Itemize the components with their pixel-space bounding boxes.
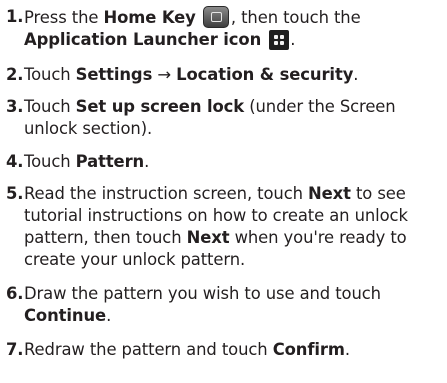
step-4: 4. Touch Pattern. bbox=[6, 151, 443, 173]
step-text: Redraw the pattern and touch bbox=[24, 340, 273, 359]
step-text: Read the instruction screen, touch bbox=[24, 184, 309, 203]
step-text: . bbox=[106, 306, 112, 325]
step-3: 3. Touch Set up screen lock (under the S… bbox=[6, 96, 443, 140]
step-text: Touch bbox=[24, 97, 76, 116]
step-text: . bbox=[353, 65, 359, 84]
location-security-label: Location & security bbox=[176, 65, 354, 84]
pattern-label: Pattern bbox=[75, 152, 145, 171]
step-text: . bbox=[344, 340, 350, 359]
step-text: Touch bbox=[24, 65, 76, 84]
step-number: 6. bbox=[6, 284, 24, 303]
step-text: . bbox=[144, 152, 150, 171]
home-key-label: Home Key bbox=[103, 8, 196, 27]
application-launcher-icon bbox=[269, 30, 290, 50]
step-number: 5. bbox=[6, 184, 24, 203]
step-text: . bbox=[290, 30, 296, 49]
step-text: Press the bbox=[24, 8, 104, 27]
step-5: 5. Read the instruction screen, touch Ne… bbox=[6, 183, 443, 271]
step-number: 7. bbox=[6, 340, 24, 359]
step-7: 7. Redraw the pattern and touch Confirm. bbox=[6, 339, 443, 361]
step-number: 1. bbox=[6, 7, 24, 26]
step-6: 6. Draw the pattern you wish to use and … bbox=[6, 283, 443, 327]
instruction-list: 1. Press the Home Key , then touch the A… bbox=[0, 0, 447, 383]
confirm-label: Confirm bbox=[272, 340, 345, 359]
arrow-icon: → bbox=[157, 65, 171, 84]
settings-label: Settings bbox=[75, 65, 153, 84]
step-text: Draw the pattern you wish to use and tou… bbox=[24, 284, 381, 303]
step-text: Touch bbox=[24, 152, 76, 171]
step-number: 2. bbox=[6, 65, 24, 84]
next-label: Next bbox=[186, 228, 230, 247]
app-launcher-label: Application Launcher icon bbox=[24, 30, 262, 49]
set-up-screen-lock-label: Set up screen lock bbox=[75, 97, 245, 116]
step-text: , then touch the bbox=[230, 8, 361, 27]
next-label: Next bbox=[308, 184, 351, 203]
step-1: 1. Press the Home Key , then touch the A… bbox=[6, 6, 443, 51]
continue-label: Continue bbox=[24, 306, 107, 325]
home-key-icon bbox=[202, 6, 229, 28]
step-2: 2. Touch Settings → Location & security. bbox=[6, 64, 443, 86]
step-number: 3. bbox=[6, 97, 24, 116]
step-number: 4. bbox=[6, 152, 24, 171]
